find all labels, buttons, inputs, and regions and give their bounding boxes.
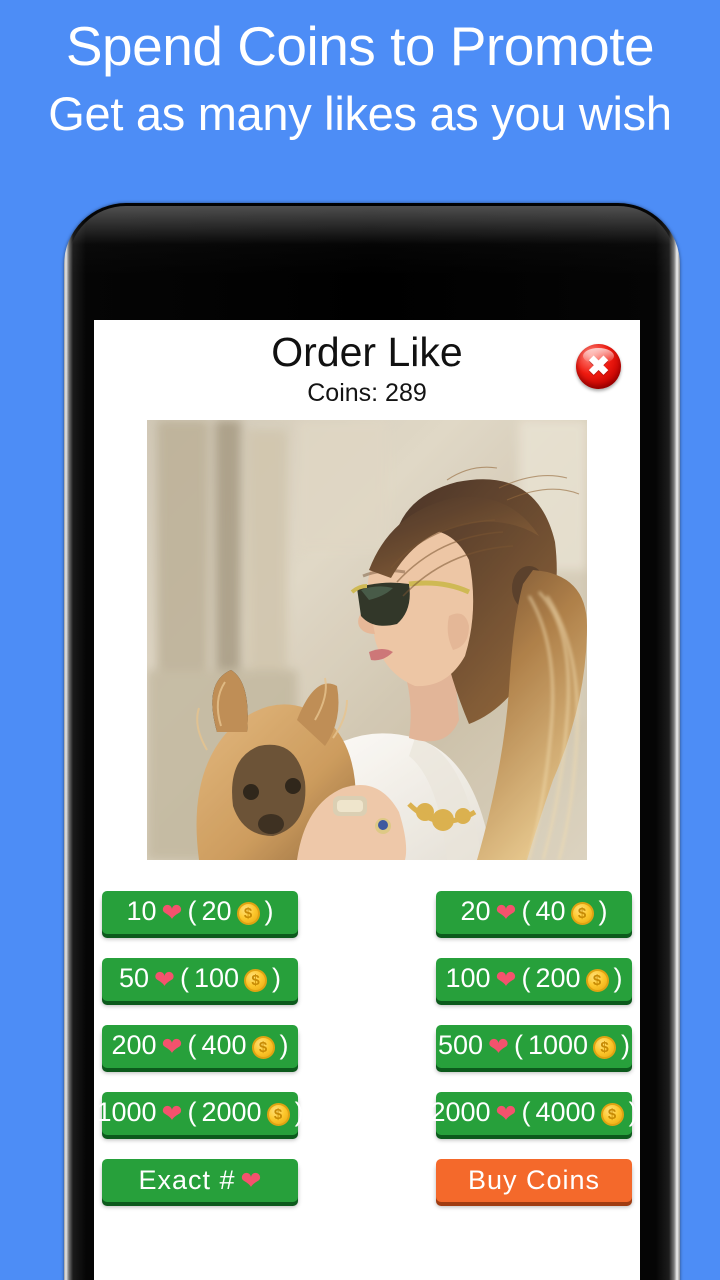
like-package-button[interactable]: 2000 ❤ ( 4000 ) (430, 1092, 638, 1135)
buy-coins-button[interactable]: Buy Coins (436, 1159, 632, 1202)
promo-subheadline: Get as many likes as you wish (48, 86, 672, 140)
package-row-1: 10 ❤ ( 20 ) 20 ❤ ( 40 ) (100, 891, 634, 934)
like-package-button[interactable]: 20 ❤ ( 40 ) (436, 891, 632, 934)
coin-icon (600, 1103, 624, 1126)
coin-icon (593, 1036, 617, 1059)
package-open-paren: ( (179, 963, 189, 993)
coin-icon (236, 902, 260, 925)
page-title: Order Like (271, 329, 463, 375)
post-photo[interactable] (147, 420, 587, 860)
coins-balance: Coins: 289 (307, 379, 427, 408)
package-likes: 200 (111, 1030, 157, 1060)
heart-icon: ❤ (495, 1100, 517, 1128)
heart-icon: ❤ (154, 966, 175, 994)
package-row-4: 1000 ❤ ( 2000 ) 2000 ❤ ( 4000 ) (96, 1092, 638, 1135)
action-row: Exact # ❤ Buy Coins (100, 1159, 634, 1202)
package-coins: 2000 (201, 1097, 262, 1127)
phone-screen: Order Like Coins: 289 ✖ 10 ❤ (20 $) 20… (94, 320, 640, 1280)
package-close-paren: ) (621, 1030, 631, 1060)
package-open-paren: ( (521, 1097, 531, 1127)
heart-icon: ❤ (240, 1167, 262, 1195)
package-open-paren: ( (187, 1097, 197, 1127)
package-likes: 2000 (430, 1097, 491, 1127)
package-open-paren: ( (187, 1030, 197, 1060)
coin-icon (244, 969, 268, 992)
package-coins: 4000 (535, 1097, 596, 1127)
package-coins: 400 (201, 1030, 247, 1060)
like-package-button[interactable]: 1000 ❤ ( 2000 ) (96, 1092, 304, 1135)
package-likes: 20 (460, 896, 491, 926)
like-package-button[interactable]: 10 ❤ ( 20 ) (102, 891, 298, 934)
heart-icon: ❤ (488, 1033, 509, 1061)
heart-icon: ❤ (161, 1100, 183, 1128)
close-icon[interactable]: ✖ (576, 344, 621, 389)
package-close-paren: ) (598, 896, 608, 926)
package-close-paren: ) (613, 963, 623, 993)
package-open-paren: ( (187, 896, 197, 926)
package-open-paren: ( (521, 963, 531, 993)
phone-bezel-gloss (68, 206, 676, 276)
exact-number-button[interactable]: Exact # ❤ (102, 1159, 298, 1202)
package-coins: 20 (201, 896, 232, 926)
coin-icon (570, 902, 594, 925)
like-package-button[interactable]: 100 ❤ ( 200 ) (436, 958, 632, 1001)
like-package-button[interactable]: 500 ❤ ( 1000 ) (436, 1025, 632, 1068)
package-close-paren: ) (628, 1097, 638, 1127)
promo-headline: Spend Coins to Promote (65, 15, 655, 77)
heart-icon: ❤ (495, 966, 517, 994)
package-likes: 10 (126, 896, 157, 926)
package-close-paren: ) (279, 1030, 289, 1060)
coin-icon (266, 1103, 290, 1126)
like-package-button[interactable]: 50 ❤ ( 100 ) (102, 958, 298, 1001)
package-likes: 500 (437, 1030, 484, 1060)
package-close-paren: ) (272, 963, 282, 993)
package-coins: 100 (193, 963, 240, 993)
app-header: Order Like Coins: 289 ✖ (94, 320, 640, 420)
close-x-glyph: ✖ (587, 351, 610, 381)
package-coins: 200 (535, 963, 581, 993)
package-likes: 1000 (96, 1097, 157, 1127)
package-open-paren: ( (521, 896, 531, 926)
package-likes: 100 (445, 963, 491, 993)
package-likes: 50 (118, 963, 150, 993)
coin-icon (251, 1036, 275, 1059)
post-photo-image (147, 420, 587, 860)
heart-icon: ❤ (161, 1033, 183, 1061)
buy-coins-label: Buy Coins (467, 1165, 601, 1195)
like-package-grid: 10 ❤ ( 20 ) 20 ❤ ( 40 ) 50 (94, 891, 640, 1202)
package-coins: 40 (535, 896, 566, 926)
exact-number-label: Exact # (138, 1165, 236, 1195)
package-close-paren: ) (264, 896, 274, 926)
package-row-2: 50 ❤ ( 100 ) 100 ❤ ( 200 ) (100, 958, 634, 1001)
heart-icon: ❤ (161, 899, 183, 927)
phone-mockup: Order Like Coins: 289 ✖ 10 ❤ (20 $) 20… (64, 203, 680, 1280)
package-row-3: 200 ❤ ( 400 ) 500 ❤ ( 1000 ) (100, 1025, 634, 1068)
package-coins: 1000 (527, 1030, 589, 1060)
like-package-button[interactable]: 200 ❤ ( 400 ) (102, 1025, 298, 1068)
package-open-paren: ( (513, 1030, 523, 1060)
package-close-paren: ) (294, 1097, 304, 1127)
promo-banner: Spend Coins to Promote Get as many likes… (0, 0, 720, 139)
heart-icon: ❤ (495, 899, 517, 927)
coin-icon (585, 969, 609, 992)
